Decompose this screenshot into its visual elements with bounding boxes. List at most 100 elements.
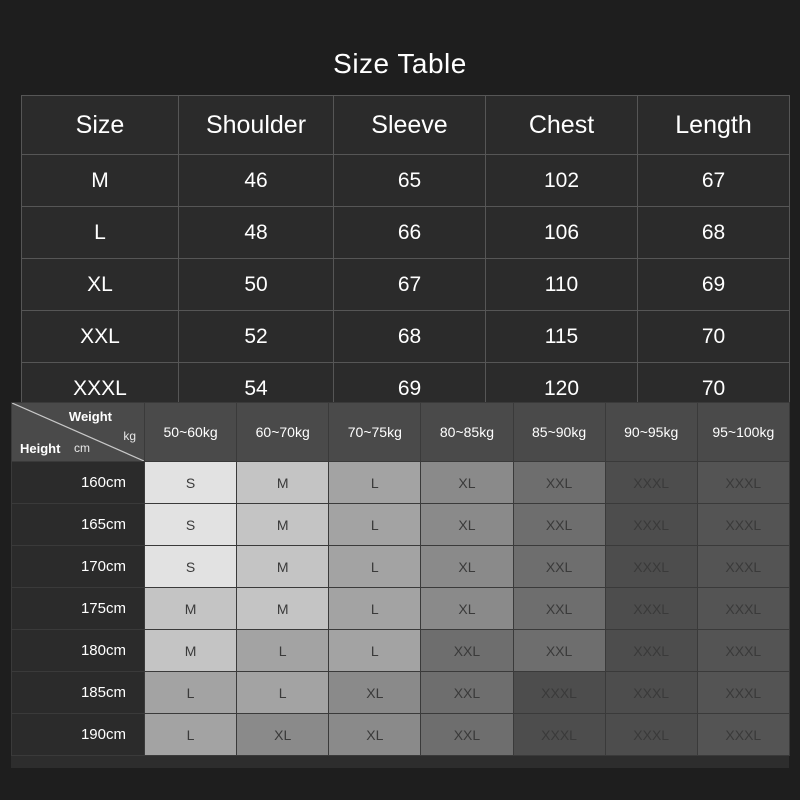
matrix-cell: XXL (421, 672, 513, 714)
height-header-4: 180cm (12, 630, 145, 672)
column-header-length: Length (638, 96, 790, 155)
column-header-shoulder: Shoulder (179, 96, 334, 155)
size-specification-table: Size Shoulder Sleeve Chest Length M 46 6… (21, 95, 790, 415)
size-chart-page: Size Table Size Shoulder Sleeve Chest Le… (0, 0, 800, 800)
cell-chest: 115 (486, 311, 638, 363)
cell-shoulder: 46 (179, 155, 334, 207)
cell-chest: 106 (486, 207, 638, 259)
matrix-row: 170cm S M L XL XXL XXXL XXXL (12, 546, 790, 588)
matrix-cell: XL (329, 714, 421, 756)
matrix-header-row: Weight kg Height cm 50~60kg 60~70kg 70~7… (12, 403, 790, 462)
weight-header-5: 90~95kg (605, 403, 697, 462)
matrix-cell: M (145, 630, 237, 672)
cell-sleeve: 67 (334, 259, 486, 311)
height-header-6: 190cm (12, 714, 145, 756)
cell-size: L (22, 207, 179, 259)
size-recommendation-matrix: Weight kg Height cm 50~60kg 60~70kg 70~7… (11, 402, 789, 768)
matrix-cell: M (237, 588, 329, 630)
cell-sleeve: 68 (334, 311, 486, 363)
table-row: XL 50 67 110 69 (22, 259, 790, 311)
matrix-cell: L (145, 714, 237, 756)
cell-length: 70 (638, 311, 790, 363)
cell-length: 68 (638, 207, 790, 259)
weight-header-2: 70~75kg (329, 403, 421, 462)
weight-header-0: 50~60kg (145, 403, 237, 462)
matrix-cell: XXXL (605, 546, 697, 588)
matrix-cell: XXXL (697, 714, 789, 756)
matrix-cell: S (145, 546, 237, 588)
matrix-cell: XXL (513, 588, 605, 630)
matrix-cell: XXXL (697, 672, 789, 714)
matrix-cell: XL (329, 672, 421, 714)
matrix-cell: L (329, 546, 421, 588)
height-header-2: 170cm (12, 546, 145, 588)
cell-chest: 102 (486, 155, 638, 207)
matrix-cell: XXXL (605, 714, 697, 756)
weight-header-3: 80~85kg (421, 403, 513, 462)
corner-weight-unit: kg (123, 429, 136, 443)
corner-weight-label: Weight (69, 409, 112, 424)
cell-chest: 110 (486, 259, 638, 311)
matrix-cell: L (237, 630, 329, 672)
column-header-chest: Chest (486, 96, 638, 155)
matrix-row: 185cm L L XL XXL XXXL XXXL XXXL (12, 672, 790, 714)
cell-shoulder: 48 (179, 207, 334, 259)
matrix-cell: XXXL (697, 504, 789, 546)
height-header-1: 165cm (12, 504, 145, 546)
matrix-cell: M (237, 462, 329, 504)
matrix-cell: XXXL (513, 672, 605, 714)
matrix-cell: M (237, 504, 329, 546)
matrix-cell: XXXL (605, 588, 697, 630)
matrix-cell: XXXL (605, 630, 697, 672)
cell-length: 69 (638, 259, 790, 311)
matrix-cell: S (145, 462, 237, 504)
matrix-cell: XXXL (697, 630, 789, 672)
matrix-cell: L (329, 504, 421, 546)
matrix-cell: L (329, 630, 421, 672)
matrix-cell: L (329, 462, 421, 504)
cell-sleeve: 66 (334, 207, 486, 259)
matrix-cell: XXL (513, 504, 605, 546)
matrix-cell: XXXL (697, 588, 789, 630)
table-row: L 48 66 106 68 (22, 207, 790, 259)
matrix-cell: XXL (513, 546, 605, 588)
matrix-cell: XXXL (605, 462, 697, 504)
weight-header-4: 85~90kg (513, 403, 605, 462)
corner-height-label: Height (20, 441, 60, 456)
matrix-cell: XXXL (697, 546, 789, 588)
matrix-cell: XL (421, 588, 513, 630)
matrix-row: 175cm M M L XL XXL XXXL XXXL (12, 588, 790, 630)
corner-height-unit: cm (74, 441, 90, 455)
cell-shoulder: 52 (179, 311, 334, 363)
cell-size: XL (22, 259, 179, 311)
matrix-cell: L (237, 672, 329, 714)
cell-length: 67 (638, 155, 790, 207)
column-header-size: Size (22, 96, 179, 155)
matrix-cell: XXL (513, 462, 605, 504)
matrix-cell: XXXL (513, 714, 605, 756)
matrix-cell: XXL (421, 714, 513, 756)
height-header-0: 160cm (12, 462, 145, 504)
matrix-row: 165cm S M L XL XXL XXXL XXXL (12, 504, 790, 546)
matrix-row: 180cm M L L XXL XXL XXXL XXXL (12, 630, 790, 672)
matrix-corner-cell: Weight kg Height cm (12, 403, 145, 462)
cell-size: M (22, 155, 179, 207)
matrix-cell: XXXL (605, 504, 697, 546)
weight-header-6: 95~100kg (697, 403, 789, 462)
cell-shoulder: 50 (179, 259, 334, 311)
column-header-sleeve: Sleeve (334, 96, 486, 155)
table-row: M 46 65 102 67 (22, 155, 790, 207)
page-title: Size Table (0, 48, 800, 80)
matrix-cell: XL (237, 714, 329, 756)
matrix-row: 190cm L XL XL XXL XXXL XXXL XXXL (12, 714, 790, 756)
matrix-cell: XXL (513, 630, 605, 672)
matrix-cell: M (237, 546, 329, 588)
weight-header-1: 60~70kg (237, 403, 329, 462)
height-header-5: 185cm (12, 672, 145, 714)
matrix-row: 160cm S M L XL XXL XXXL XXXL (12, 462, 790, 504)
matrix-cell: S (145, 504, 237, 546)
cell-size: XXL (22, 311, 179, 363)
matrix-cell: XXL (421, 630, 513, 672)
cell-sleeve: 65 (334, 155, 486, 207)
matrix-cell: XL (421, 504, 513, 546)
